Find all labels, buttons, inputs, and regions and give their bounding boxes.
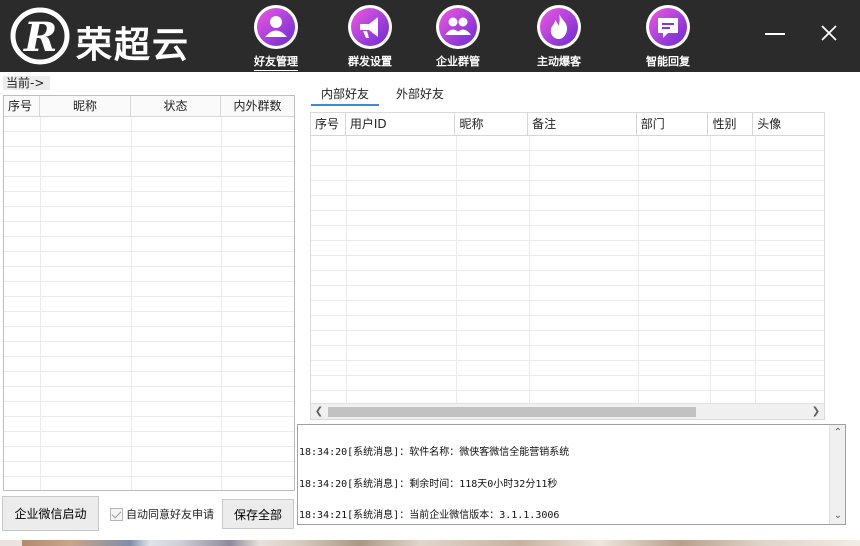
nav-broadcast-settings[interactable]: 群发设置 [325, 4, 415, 70]
app-name: 荣超云 [76, 25, 191, 66]
group-icon [436, 5, 480, 49]
minimize-button[interactable] [760, 18, 790, 48]
scroll-up-icon[interactable]: ⌃ [830, 425, 846, 441]
column-header-index[interactable]: 序号 [311, 113, 346, 135]
current-account-label: 当前-> [3, 76, 51, 90]
column-header-gender[interactable]: 性别 [708, 113, 754, 135]
megaphone-icon [348, 5, 392, 49]
tab-external-friends[interactable]: 外部好友 [387, 84, 453, 106]
scroll-down-icon[interactable]: ⌄ [830, 508, 846, 524]
logo-r-mark: R [10, 7, 70, 65]
save-all-button[interactable]: 保存全部 [222, 499, 294, 529]
chat-bubble-icon [646, 5, 690, 49]
column-header-user-id[interactable]: 用户ID [346, 113, 456, 135]
nav-enterprise-groups[interactable]: 企业群管 [413, 4, 503, 70]
start-wecom-button[interactable]: 企业微信启动 [2, 496, 99, 531]
column-header-index[interactable]: 序号 [4, 96, 40, 116]
column-header-nickname[interactable]: 昵称 [40, 96, 131, 116]
friend-table-header: 序号 用户ID 昵称 备注 部门 性别 头像 [311, 113, 824, 136]
system-log-vertical-scrollbar[interactable]: ⌃ ⌄ [829, 425, 845, 524]
nav-smart-reply[interactable]: 智能回复 [623, 4, 713, 70]
column-header-avatar[interactable]: 头像 [753, 113, 824, 135]
svg-text:R: R [23, 14, 57, 61]
flame-icon [537, 5, 581, 49]
title-bar: R 荣超云 好友管理 群发设置 企业群管 主动爆客 智能回复 [0, 0, 860, 72]
nav-active-acquisition[interactable]: 主动爆客 [514, 4, 604, 70]
scroll-right-icon[interactable]: ❯ [808, 404, 824, 419]
system-log[interactable]: 18:34:20[系统消息]：软件名称：微侠客微信全能营销系统 18:34:20… [297, 424, 846, 525]
nav-label: 智能回复 [646, 55, 690, 68]
close-button[interactable] [814, 18, 844, 48]
scroll-thumb[interactable] [328, 407, 696, 417]
column-header-group-count[interactable]: 内外群数 [221, 96, 294, 116]
friend-table-body [311, 136, 824, 403]
log-line: 18:34:21[系统消息]：当前企业微信版本：3.1.1.3006 [299, 510, 560, 521]
auto-accept-label: 自动同意好友申请 [126, 508, 214, 521]
account-table-header: 序号 昵称 状态 内外群数 [4, 96, 294, 117]
column-header-status[interactable]: 状态 [131, 96, 221, 116]
nav-friend-management[interactable]: 好友管理 [231, 4, 321, 71]
column-header-remark[interactable]: 备注 [528, 113, 637, 135]
account-table[interactable]: 序号 昵称 状态 内外群数 [3, 95, 295, 491]
nav-label: 群发设置 [348, 55, 392, 68]
system-log-text: 18:34:20[系统消息]：软件名称：微侠客微信全能营销系统 18:34:20… [299, 427, 828, 543]
tab-internal-friends[interactable]: 内部好友 [311, 84, 379, 106]
nav-label: 主动爆客 [537, 55, 581, 68]
auto-accept-option[interactable]: 自动同意好友申请 [110, 506, 214, 522]
column-header-nickname[interactable]: 昵称 [455, 113, 529, 135]
nav-label: 好友管理 [254, 53, 298, 71]
account-table-body [4, 117, 294, 490]
user-icon [254, 5, 298, 49]
log-line: 18:34:20[系统消息]：剩余时间：118天0小时32分11秒 [299, 478, 558, 490]
friend-table-horizontal-scrollbar[interactable]: ❮ ❯ [311, 403, 824, 419]
app-logo: R 荣超云 [10, 6, 210, 66]
background-image-strip [0, 540, 860, 546]
auto-accept-checkbox[interactable] [110, 507, 123, 521]
log-line: 18:34:20[系统消息]：软件名称：微侠客微信全能营销系统 [299, 447, 570, 458]
friend-table[interactable]: 序号 用户ID 昵称 备注 部门 性别 头像 ❮ ❯ [310, 112, 825, 420]
scroll-left-icon[interactable]: ❮ [311, 404, 327, 419]
column-header-department[interactable]: 部门 [637, 113, 709, 135]
nav-label: 企业群管 [436, 55, 480, 68]
